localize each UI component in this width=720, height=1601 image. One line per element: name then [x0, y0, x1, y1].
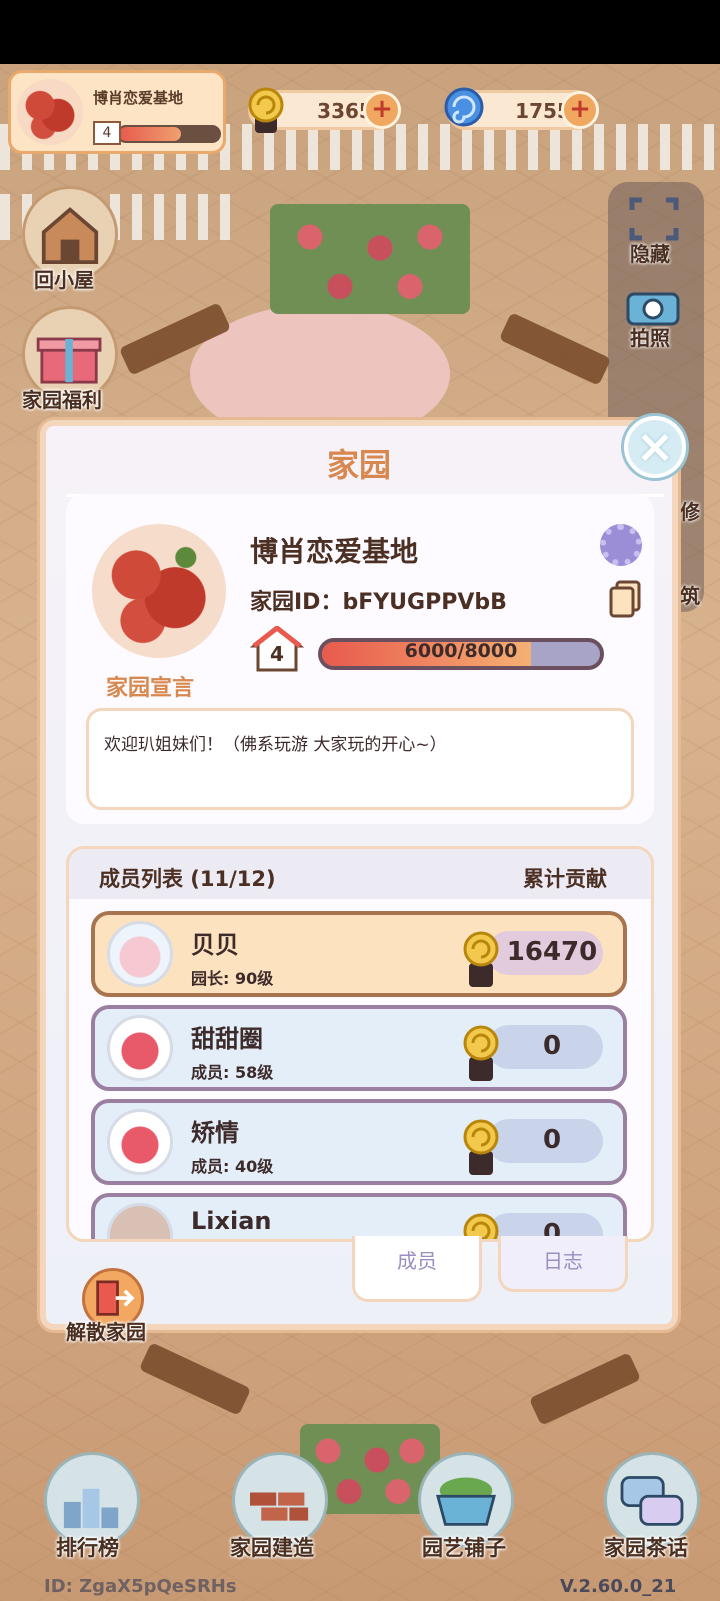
disband-label: 解散家园: [66, 1320, 146, 1344]
bunny-avatar-icon: [107, 921, 173, 987]
bench: [498, 312, 612, 386]
hud-garden-name: 博肖恋爱基地: [93, 89, 184, 107]
member-row[interactable]: 贝贝 园长: 90级 16470: [91, 911, 627, 997]
members-count: 成员列表 (11/12): [99, 867, 276, 891]
member-row[interactable]: Lixian 0: [91, 1193, 627, 1239]
close-button[interactable]: ×: [624, 416, 686, 478]
member-row[interactable]: 矫情 成员: 40级 0: [91, 1099, 627, 1185]
contribution-header: 累计贡献: [523, 867, 607, 891]
member-name: 矫情: [191, 1119, 239, 1147]
snail-coin-counter: 3365 +: [248, 87, 401, 133]
rose-avatar-icon: [17, 79, 83, 145]
hide-label: 隐藏: [630, 242, 670, 266]
member-score: 16470: [506, 937, 598, 967]
add-coins-button[interactable]: +: [363, 91, 401, 129]
member-name: 甜甜圈: [191, 1025, 263, 1053]
members-header: 成员列表 (11/12) 累计贡献: [69, 849, 651, 899]
hide-icon[interactable]: [628, 196, 680, 242]
welfare-label: 家园福利: [22, 388, 102, 412]
rose-bed: [270, 204, 470, 314]
member-role: 成员: 40级: [191, 1157, 274, 1176]
member-name: Lixian: [191, 1207, 272, 1235]
version-text: V.2.60.0_21: [560, 1576, 677, 1597]
bench: [138, 1342, 252, 1416]
copy-icon[interactable]: [608, 580, 642, 618]
rank-label: 排行榜: [56, 1536, 119, 1560]
garden-profile-badge[interactable]: 博肖恋爱基地 4: [8, 70, 226, 154]
garden-chat-label: 家园茶话: [604, 1536, 688, 1560]
photo-label: 拍照: [630, 326, 670, 350]
member-score: 0: [542, 1125, 562, 1155]
garden-level: 4: [270, 642, 284, 666]
strawberry-avatar-icon: [107, 1015, 173, 1081]
home-label: 回小屋: [34, 268, 94, 292]
add-gems-button[interactable]: +: [561, 91, 599, 129]
experience-text: 6000/8000: [404, 640, 518, 662]
dialog-title: 家园: [326, 446, 391, 484]
player-id: ID: ZgaX5pQeSRHs: [44, 1576, 237, 1597]
garden-name: 博肖恋爱基地: [250, 535, 419, 568]
gem-counter: 1755 +: [444, 87, 599, 130]
garden-avatar: [92, 524, 226, 658]
declaration-text: 欢迎玐姐妹们！（佛系玩游 大家玩的开心~）: [104, 735, 447, 755]
hud-level-house-icon: 4: [93, 121, 121, 145]
declaration-label: 家园宣言: [106, 676, 195, 701]
declaration-box[interactable]: [86, 708, 634, 810]
gear-icon[interactable]: [600, 524, 642, 566]
bench: [528, 1352, 642, 1426]
member-row[interactable]: 甜甜圈 成员: 58级 0: [91, 1005, 627, 1091]
hud-level-bar: [117, 125, 221, 143]
gardening-shop-label: 园艺铺子: [422, 1536, 506, 1560]
repair-label: 修: [680, 500, 700, 524]
strawberry-avatar-icon: [107, 1109, 173, 1175]
tab-members[interactable]: 成员: [352, 1236, 482, 1302]
hud-level-bar-fill: [119, 127, 181, 141]
blue-swirl-icon: [444, 87, 484, 127]
member-role: 园长: 90级: [191, 969, 274, 988]
garden-build-label: 家园建造: [230, 1536, 314, 1560]
member-name: 贝贝: [191, 931, 239, 959]
animal-avatar-icon: [107, 1203, 173, 1239]
members-list[interactable]: 成员列表 (11/12) 累计贡献 贝贝 园长: 90级 16470 甜甜圈 成…: [66, 846, 654, 1242]
golden-snail-icon: [248, 87, 284, 133]
member-role: 成员: 58级: [191, 1063, 274, 1082]
tab-log[interactable]: 日志: [498, 1236, 628, 1292]
build-label-side: 筑: [680, 584, 700, 608]
member-score: 0: [542, 1031, 562, 1061]
garden-id: 家园ID：bFYUGPPVbB: [250, 590, 507, 615]
